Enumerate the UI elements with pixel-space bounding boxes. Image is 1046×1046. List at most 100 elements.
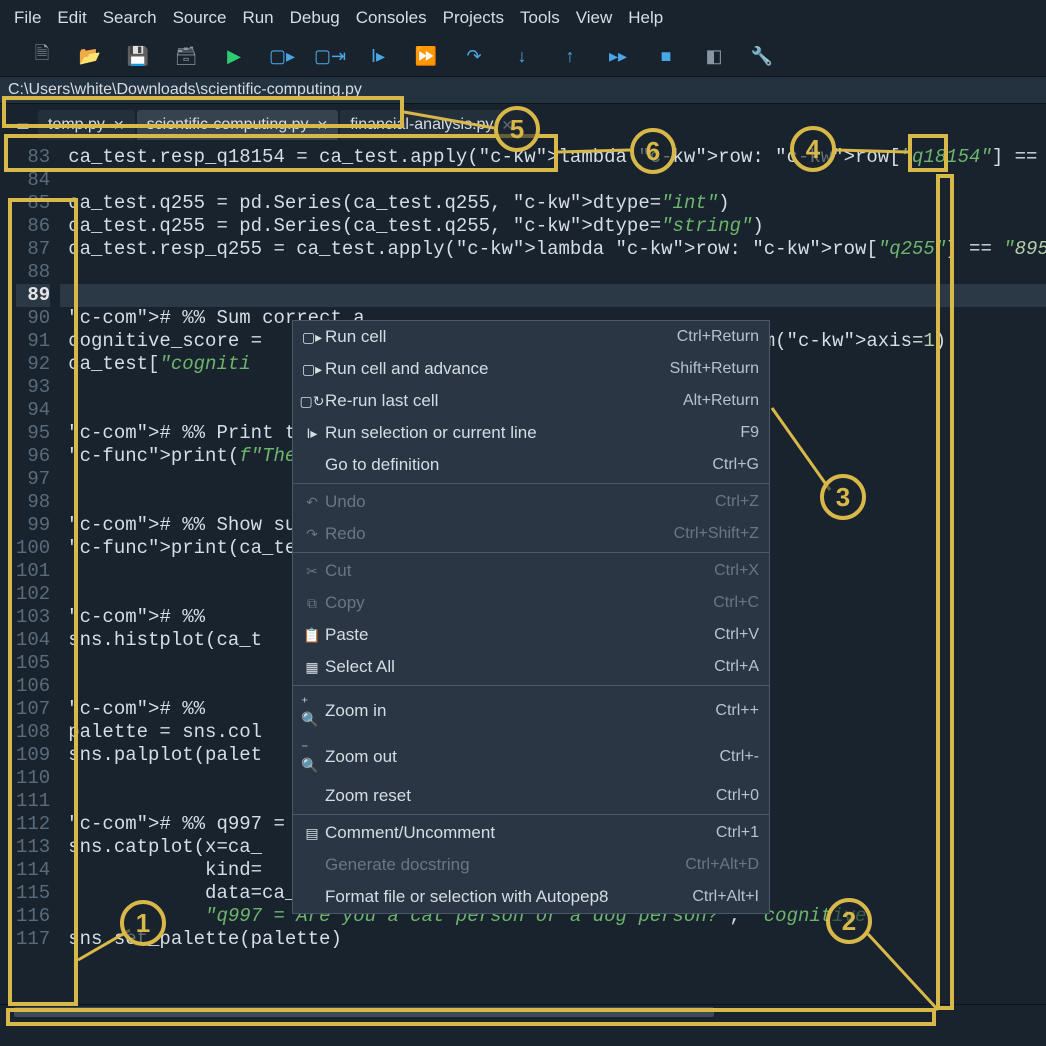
ctx-label: Comment/Uncomment <box>323 823 716 843</box>
continue-icon[interactable]: ▸▸ <box>608 46 628 66</box>
run-cell-advance-icon[interactable]: ▢⇥ <box>320 46 340 66</box>
code-line[interactable]: ca_test.resp_q255 = ca_test.apply("c-kw"… <box>60 238 1046 261</box>
ctx-zoom-out[interactable]: ⁻🔍Zoom outCtrl+- <box>293 734 769 780</box>
ctx-icon: ▢▸ <box>301 329 323 346</box>
line-number: 102 <box>16 583 50 606</box>
ctx-run-selection-or-current-line[interactable]: I▸Run selection or current lineF9 <box>293 417 769 449</box>
menu-tools[interactable]: Tools <box>514 6 566 30</box>
ctx-shortcut: Ctrl+Z <box>715 493 759 511</box>
ctx-label: Run selection or current line <box>323 423 740 443</box>
menu-consoles[interactable]: Consoles <box>350 6 433 30</box>
annotation-badge-5: 5 <box>494 106 540 152</box>
close-tab-icon[interactable]: ✕ <box>317 117 329 134</box>
ctx-comment-uncomment[interactable]: ▤Comment/UncommentCtrl+1 <box>293 817 769 849</box>
code-line[interactable] <box>60 284 1046 307</box>
code-line[interactable] <box>60 169 1046 192</box>
layout-icon[interactable]: ◧ <box>704 46 724 66</box>
ctx-label: Re-run last cell <box>323 391 683 411</box>
debug-step-icon[interactable]: ↷ <box>464 46 484 66</box>
ctx-label: Redo <box>323 524 674 544</box>
step-out-icon[interactable]: ↑ <box>560 46 580 66</box>
ctx-label: Zoom in <box>323 701 715 721</box>
editor-context-menu: ▢▸Run cellCtrl+Return▢▸Run cell and adva… <box>292 320 770 914</box>
ctx-re-run-last-cell[interactable]: ▢↻Re-run last cellAlt+Return <box>293 385 769 417</box>
ctx-icon: ▢▸ <box>301 361 323 378</box>
line-number: 103 <box>16 606 50 629</box>
horizontal-scrollbar[interactable] <box>0 1004 1046 1018</box>
code-line[interactable] <box>60 261 1046 284</box>
line-number: 97 <box>16 468 50 491</box>
new-file-icon[interactable]: 🗎 <box>32 46 52 66</box>
debug-cell-icon[interactable]: ⏩ <box>416 46 436 66</box>
save-all-icon[interactable]: 🗃 <box>176 46 196 66</box>
step-in-icon[interactable]: ↓ <box>512 46 532 66</box>
menu-projects[interactable]: Projects <box>437 6 510 30</box>
tab-label: financial-analysis.py <box>350 116 493 134</box>
line-number: 98 <box>16 491 50 514</box>
line-number: 94 <box>16 399 50 422</box>
ctx-label: Run cell <box>323 327 677 347</box>
menu-source[interactable]: Source <box>167 6 233 30</box>
menu-help[interactable]: Help <box>622 6 669 30</box>
ctx-zoom-in[interactable]: ⁺🔍Zoom inCtrl++ <box>293 688 769 734</box>
ctx-paste[interactable]: 📋PasteCtrl+V <box>293 619 769 651</box>
file-path-bar: C:\Users\white\Downloads\scientific-comp… <box>0 76 1046 104</box>
ctx-shortcut: Ctrl+- <box>719 748 759 766</box>
ctx-shortcut: Ctrl+1 <box>716 824 759 842</box>
code-line[interactable]: ca_test.q255 = pd.Series(ca_test.q255, "… <box>60 192 1046 215</box>
line-number: 83 <box>16 146 50 169</box>
open-folder-icon[interactable]: 📂 <box>80 46 100 66</box>
ctx-icon: I▸ <box>301 425 323 442</box>
line-number: 93 <box>16 376 50 399</box>
ctx-zoom-reset[interactable]: Zoom resetCtrl+0 <box>293 780 769 812</box>
ctx-icon: ↶ <box>301 494 323 511</box>
ctx-shortcut: Ctrl+C <box>713 594 759 612</box>
code-line[interactable]: sns.set_palette(palette) <box>60 928 1046 951</box>
ctx-label: Cut <box>323 561 714 581</box>
ctx-label: Zoom out <box>323 747 719 767</box>
save-icon[interactable]: 💾 <box>128 46 148 66</box>
ctx-redo: ↷RedoCtrl+Shift+Z <box>293 518 769 550</box>
run-icon[interactable]: ▶ <box>224 46 244 66</box>
menu-view[interactable]: View <box>570 6 619 30</box>
tab-label: scientific-computing.py <box>147 116 309 134</box>
code-line[interactable]: ca_test.q255 = pd.Series(ca_test.q255, "… <box>60 215 1046 238</box>
line-number: 91 <box>16 330 50 353</box>
tab-scientific-computing-py[interactable]: scientific-computing.py ✕ <box>137 110 339 140</box>
close-tab-icon[interactable]: ✕ <box>113 117 125 134</box>
ctx-icon: ↷ <box>301 526 323 543</box>
line-number: 96 <box>16 445 50 468</box>
menu-run[interactable]: Run <box>236 6 279 30</box>
line-number: 84 <box>16 169 50 192</box>
ctx-run-cell-and-advance[interactable]: ▢▸Run cell and advanceShift+Return <box>293 353 769 385</box>
menu-search[interactable]: Search <box>97 6 163 30</box>
main-toolbar: 🗎 📂 💾 🗃 ▶ ▢▸ ▢⇥ I▸ ⏩ ↷ ↓ ↑ ▸▸ ■ ◧ 🔧 <box>0 36 1046 76</box>
line-number: 101 <box>16 560 50 583</box>
ctx-format-file-or-selection-with-autopep8[interactable]: Format file or selection with Autopep8Ct… <box>293 881 769 913</box>
ctx-label: Zoom reset <box>323 786 716 806</box>
ctx-shortcut: Ctrl+V <box>714 626 759 644</box>
ctx-run-cell[interactable]: ▢▸Run cellCtrl+Return <box>293 321 769 353</box>
run-selection-icon[interactable]: I▸ <box>368 46 388 66</box>
ctx-label: Format file or selection with Autopep8 <box>323 887 692 907</box>
line-number: 99 <box>16 514 50 537</box>
menu-debug[interactable]: Debug <box>284 6 346 30</box>
code-line[interactable]: ca_test.resp_q18154 = ca_test.apply("c-k… <box>60 146 1046 169</box>
ctx-shortcut: Ctrl+Return <box>677 328 759 346</box>
menu-file[interactable]: File <box>8 6 47 30</box>
ctx-icon: ▦ <box>301 659 323 676</box>
line-number: 111 <box>16 790 50 813</box>
menu-edit[interactable]: Edit <box>51 6 92 30</box>
ctx-select-all[interactable]: ▦Select AllCtrl+A <box>293 651 769 683</box>
tab-temp-py[interactable]: temp.py✕ <box>38 110 135 140</box>
ctx-go-to-definition[interactable]: Go to definitionCtrl+G <box>293 449 769 481</box>
ctx-icon: ▢↻ <box>301 393 323 410</box>
file-path-text: C:\Users\white\Downloads\scientific-comp… <box>8 81 362 99</box>
ctx-cut: ✂CutCtrl+X <box>293 555 769 587</box>
preferences-icon[interactable]: 🔧 <box>752 46 772 66</box>
stop-icon[interactable]: ■ <box>656 46 676 66</box>
ctx-shortcut: Ctrl+G <box>712 456 759 474</box>
line-number-gutter: 8384858687888990919293949596979899100101… <box>0 146 60 1004</box>
browse-tabs-icon[interactable]: ▭ <box>8 117 38 134</box>
run-cell-icon[interactable]: ▢▸ <box>272 46 292 66</box>
